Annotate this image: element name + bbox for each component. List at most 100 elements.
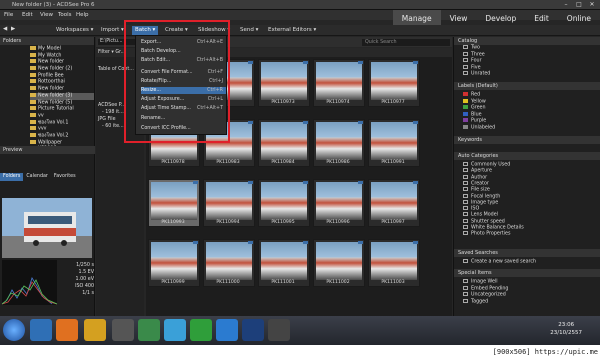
acdsee-taskbar-icon[interactable] — [112, 319, 134, 341]
thumbnail-item[interactable]: PK110991 — [368, 119, 420, 167]
folder-item[interactable]: New folder (2) — [30, 66, 94, 73]
label-item[interactable]: Unlabeled — [463, 124, 495, 132]
ps-icon[interactable] — [242, 319, 264, 341]
tab-calendar[interactable]: Calendar — [23, 173, 51, 181]
thumbnail-item[interactable]: PK111001 — [258, 239, 310, 287]
thumbnail-item[interactable]: PK110973 — [258, 59, 310, 107]
thumbnail-item[interactable]: PK110995 — [258, 179, 310, 227]
thumbnail-label: PK110999 — [161, 280, 185, 285]
thumbnail-item[interactable]: PK111000 — [203, 239, 255, 287]
thumbnail-label: PK110973 — [271, 100, 295, 105]
acdsee-window: New folder (3) - ACDSee Pro 6 – □ ✕ File… — [0, 0, 600, 345]
thumbnail-item[interactable]: PK111002 — [313, 239, 365, 287]
minimize-icon[interactable]: – — [560, 1, 572, 9]
histogram — [1, 260, 58, 305]
thumbnail-item[interactable]: PK110977 — [368, 59, 420, 107]
thumbnail-item[interactable]: PK110993 — [148, 179, 200, 227]
rating-item[interactable]: Unrated — [463, 71, 490, 78]
folder-item[interactable]: ซ่องโหล Vol.2 — [30, 132, 94, 140]
catalog-header: Catalog — [454, 37, 600, 45]
catalog-item-label: Yellow — [471, 99, 486, 104]
app-icon[interactable] — [268, 319, 290, 341]
label-swatch-icon — [463, 111, 468, 116]
checkbox-icon — [463, 168, 468, 173]
back-icon[interactable]: ◀ — [3, 26, 7, 32]
folder-icon — [30, 112, 36, 117]
catalog-item-label: Creator — [471, 181, 489, 187]
tab-favorites[interactable]: Favorites — [51, 173, 79, 181]
thumbnail-label: PK110974 — [326, 100, 350, 105]
folder-icon — [30, 132, 36, 137]
thumbnail-item[interactable]: PK110974 — [313, 59, 365, 107]
firefox-icon[interactable] — [56, 319, 78, 341]
folder-tree: My Model My Watch New folder New folder (2)… — [0, 45, 94, 153]
file-badge-icon — [303, 121, 308, 124]
menu-tools[interactable]: Tools — [58, 12, 72, 18]
forward-icon[interactable]: ▶ — [11, 26, 15, 32]
thumbnail-label: PK110991 — [381, 160, 405, 165]
quick-search-input[interactable]: Quick Search — [362, 39, 450, 46]
close-icon[interactable]: ✕ — [586, 1, 598, 9]
thumbnail-item[interactable]: PK110986 — [313, 119, 365, 167]
start-button-icon[interactable] — [3, 319, 25, 341]
workspaces-button[interactable]: Workspaces ▾ — [56, 27, 93, 33]
file-badge-icon — [193, 181, 198, 184]
saved-searches-header[interactable]: Saved Searches — [454, 249, 600, 257]
tab-folders[interactable]: Folders — [0, 173, 24, 181]
folder-label: ซ่องโหล Vol.1 — [38, 120, 69, 126]
auto-category-item[interactable]: Photo Properties — [463, 231, 510, 238]
thumbnail-item[interactable]: PK110994 — [203, 179, 255, 227]
folder-item[interactable]: Rottoorthai — [30, 79, 94, 86]
folder-item[interactable]: ซ่องโหล Vol.1 — [30, 119, 94, 127]
photoshop-icon[interactable] — [216, 319, 238, 341]
file-badge-icon — [413, 181, 418, 184]
folder-item[interactable]: New folder (3) — [30, 92, 94, 100]
checkbox-icon — [463, 206, 468, 211]
chrome-icon[interactable] — [84, 319, 106, 341]
checkbox-icon — [463, 51, 468, 56]
checkbox-icon — [463, 64, 468, 69]
thumbnail-image — [261, 182, 307, 220]
saved-search-item[interactable]: Create a new saved search — [463, 259, 536, 266]
thumbnail-item[interactable]: PK110997 — [368, 179, 420, 227]
thumbnail-item[interactable]: PK110999 — [148, 239, 200, 287]
folder-item[interactable]: vv — [30, 112, 94, 120]
folder-item[interactable]: New folder (5) — [30, 99, 94, 107]
thumbnail-label: PK111001 — [271, 280, 295, 285]
catalog-item-label: Photo Properties — [471, 231, 511, 237]
folder-item[interactable]: Picture Tutorial — [30, 106, 94, 113]
thumbnail-item[interactable]: PK110984 — [258, 119, 310, 167]
folder-item[interactable]: vvv — [30, 126, 94, 133]
folder-label: ซ่องโหล Vol.2 — [38, 133, 69, 139]
folder-item[interactable]: New folder — [30, 86, 94, 93]
ie-icon[interactable] — [30, 319, 52, 341]
folder-item[interactable]: My Model — [30, 46, 94, 53]
skype-icon[interactable] — [164, 319, 186, 341]
thumbnail-item[interactable]: PK111003 — [368, 239, 420, 287]
thumbnail-image — [316, 182, 362, 220]
thumbnail-image — [316, 122, 362, 160]
special-items-header[interactable]: Special Items — [454, 269, 600, 277]
external-editors-button[interactable]: External Editors ▾ — [268, 27, 316, 33]
camtasia-icon[interactable] — [138, 319, 160, 341]
thumbnail-item[interactable]: PK110996 — [313, 179, 365, 227]
folder-label: Rottoorthai — [38, 79, 65, 85]
special-item[interactable]: Tagged — [463, 298, 488, 306]
line-icon[interactable] — [190, 319, 212, 341]
folder-item[interactable]: New folder — [30, 59, 94, 66]
menu-help[interactable]: Help — [76, 12, 89, 18]
maximize-icon[interactable]: □ — [573, 1, 585, 9]
menu-file[interactable]: File — [4, 12, 13, 18]
keywords-header[interactable]: Keywords — [454, 136, 600, 144]
folder-item[interactable]: Profile Bee — [30, 72, 94, 80]
label-swatch-icon — [463, 124, 468, 129]
taskbar-clock[interactable]: 23:06 23/10/2557 — [550, 321, 582, 337]
folder-icon — [30, 59, 36, 64]
menu-edit[interactable]: Edit — [22, 12, 33, 18]
labels-header[interactable]: Labels (Default) — [454, 82, 600, 90]
import-button[interactable]: Import ▾ — [101, 27, 124, 33]
folder-item[interactable]: My Watch — [30, 52, 94, 60]
send-button[interactable]: Send ▾ — [240, 27, 258, 33]
menu-view[interactable]: View — [40, 12, 53, 18]
auto-categories-header[interactable]: Auto Categories — [454, 152, 600, 160]
